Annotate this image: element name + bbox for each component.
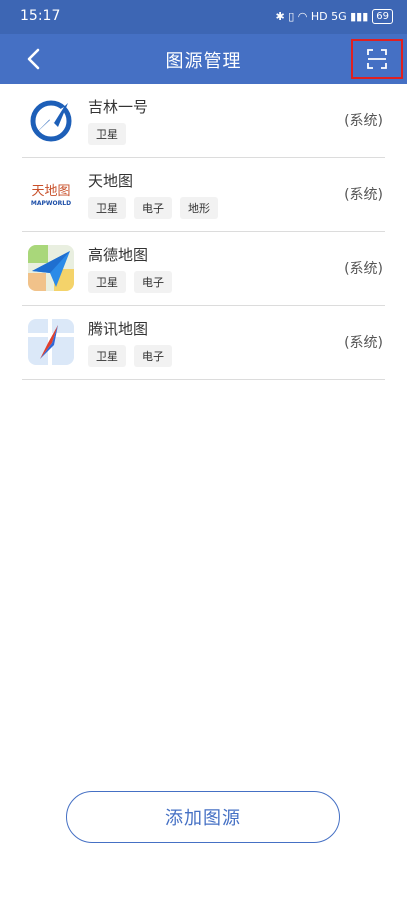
tag-group: 卫星 (88, 123, 126, 145)
status-indicators: ✱ ▯ ◠ HD 5G ▮▮▮ (275, 10, 369, 23)
tag: 电子 (134, 345, 172, 367)
tag-group: 卫星 电子 (88, 345, 172, 367)
logo-text: 天地图 (31, 184, 70, 199)
list-item[interactable]: 天地图 MAPWORLD 天地图 卫星 电子 地形 (系统) (22, 158, 385, 232)
list-item[interactable]: 腾讯地图 卫星 电子 (系统) (22, 306, 385, 380)
scan-button[interactable] (351, 39, 403, 79)
source-name: 吉林一号 (88, 98, 149, 116)
list-item[interactable]: 吉林一号 卫星 (系统) (22, 84, 385, 158)
tag: 卫星 (88, 271, 126, 293)
status-time: 15:17 (20, 8, 61, 24)
status-icons: ✱ ▯ ◠ HD 5G ▮▮▮ 69 (275, 9, 393, 24)
add-source-button[interactable]: 添加图源 (66, 791, 340, 843)
list-item[interactable]: 高德地图 卫星 电子 (系统) (22, 232, 385, 306)
source-kind: (系统) (344, 335, 383, 351)
page-title: 图源管理 (165, 51, 242, 72)
tag: 地形 (180, 197, 218, 219)
tencent-map-logo (28, 319, 74, 365)
jilin-logo (28, 97, 74, 143)
source-name: 高德地图 (88, 246, 149, 264)
battery-icon: 69 (372, 9, 393, 24)
logo-subtext: MAPWORLD (31, 200, 71, 207)
tag: 卫星 (88, 197, 126, 219)
source-kind: (系统) (344, 187, 383, 203)
app-header: 图源管理 (0, 34, 407, 84)
tag: 电子 (134, 271, 172, 293)
source-name: 腾讯地图 (88, 320, 149, 338)
tag-group: 卫星 电子 (88, 271, 172, 293)
source-name: 天地图 (88, 172, 134, 190)
scan-icon (367, 49, 387, 69)
source-kind: (系统) (344, 261, 383, 277)
tianditu-logo: 天地图 MAPWORLD (28, 171, 74, 217)
amap-logo (28, 245, 74, 291)
source-kind: (系统) (344, 113, 383, 129)
status-bar: 15:17 ✱ ▯ ◠ HD 5G ▮▮▮ 69 (0, 0, 407, 34)
source-list: 吉林一号 卫星 (系统) 天地图 MAPWORLD 天地图 卫星 电子 地形 (… (0, 84, 407, 380)
tag: 电子 (134, 197, 172, 219)
tag-group: 卫星 电子 地形 (88, 197, 218, 219)
tag: 卫星 (88, 123, 126, 145)
tag: 卫星 (88, 345, 126, 367)
